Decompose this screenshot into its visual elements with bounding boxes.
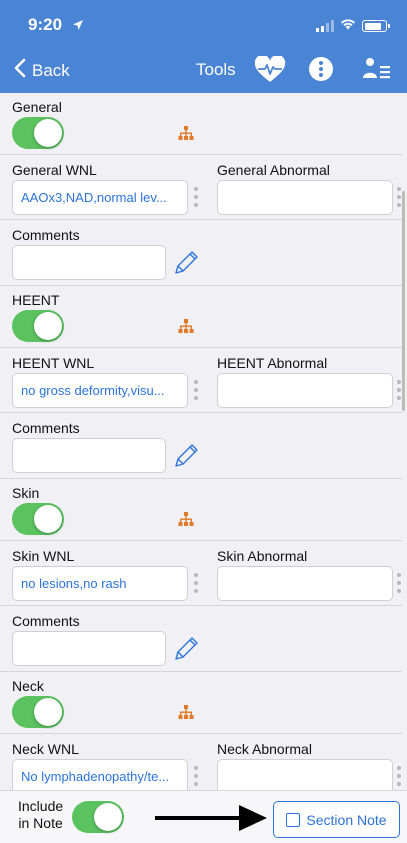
- nav-bar: Back Tools: [0, 48, 407, 93]
- neck-abnormal-field[interactable]: [217, 759, 393, 790]
- skin-wnl-row: Skin WNL Skin Abnormal no lesions,no ras…: [0, 541, 402, 606]
- general-label: General: [12, 99, 62, 115]
- more-options-icon[interactable]: [396, 573, 402, 593]
- include-line1: Include: [18, 798, 64, 814]
- exam-form[interactable]: General General WNL General Abnormal AAO…: [0, 93, 407, 790]
- skin-abnormal-label: Skin Abnormal: [217, 548, 308, 564]
- battery-icon: [362, 20, 390, 32]
- general-wnl-field[interactable]: AAOx3,NAD,normal lev...: [12, 180, 188, 215]
- pencil-icon[interactable]: [172, 247, 202, 282]
- heent-comments-row: Comments: [0, 413, 402, 479]
- heent-abnormal-label: HEENT Abnormal: [217, 355, 328, 371]
- heent-toggle[interactable]: [12, 310, 64, 342]
- signal-icon: [316, 20, 334, 32]
- general-wnl-label: General WNL: [12, 162, 97, 178]
- include-in-note-toggle[interactable]: [72, 801, 124, 833]
- neck-label: Neck: [12, 678, 44, 694]
- general-abnormal-field[interactable]: [217, 180, 393, 215]
- general-abnormal-label: General Abnormal: [217, 162, 330, 178]
- wifi-icon: [340, 17, 356, 35]
- comments-label: Comments: [12, 613, 80, 629]
- heart-monitor-icon[interactable]: [254, 54, 286, 89]
- footer-bar: Include in Note Section Note: [0, 790, 407, 843]
- include-line2: in Note: [18, 815, 63, 831]
- more-options-icon[interactable]: [193, 766, 199, 786]
- neck-toggle-row: Neck: [0, 672, 402, 734]
- app-header: 9:20 Back Tools: [0, 0, 407, 93]
- heent-label: HEENT: [12, 292, 60, 308]
- info-icon[interactable]: [308, 56, 334, 87]
- user-list-icon[interactable]: [362, 56, 392, 87]
- heent-abnormal-field[interactable]: [217, 373, 393, 408]
- skin-comments-row: Comments: [0, 606, 402, 672]
- location-arrow-icon: [72, 18, 84, 36]
- skin-toggle[interactable]: [12, 503, 64, 535]
- more-options-icon[interactable]: [193, 380, 199, 400]
- general-wnl-row: General WNL General Abnormal AAOx3,NAD,n…: [0, 155, 402, 220]
- pencil-icon[interactable]: [172, 440, 202, 475]
- hierarchy-icon[interactable]: [178, 705, 194, 724]
- checkbox-icon[interactable]: [286, 812, 301, 827]
- neck-wnl-label: Neck WNL: [12, 741, 79, 757]
- neck-wnl-field[interactable]: No lymphadenopathy/te...: [12, 759, 188, 790]
- general-comments-field[interactable]: [12, 245, 166, 280]
- status-time: 9:20: [28, 15, 63, 34]
- more-options-icon[interactable]: [193, 573, 199, 593]
- comments-label: Comments: [12, 420, 80, 436]
- heent-toggle-row: HEENT: [0, 286, 402, 348]
- back-label: Back: [32, 60, 70, 80]
- include-in-note-label: Include in Note: [18, 798, 63, 832]
- scrollbar[interactable]: [402, 191, 405, 411]
- skin-comments-field[interactable]: [12, 631, 166, 666]
- tools-button[interactable]: Tools: [196, 60, 236, 80]
- heent-comments-field[interactable]: [12, 438, 166, 473]
- chevron-left-icon: [14, 58, 26, 83]
- skin-label: Skin: [12, 485, 40, 501]
- pencil-icon[interactable]: [172, 633, 202, 668]
- neck-wnl-row: Neck WNL Neck Abnormal No lymphadenopath…: [0, 734, 402, 790]
- general-comments-row: Comments: [0, 220, 402, 286]
- hierarchy-icon[interactable]: [178, 126, 194, 145]
- heent-wnl-row: HEENT WNL HEENT Abnormal no gross deform…: [0, 348, 402, 413]
- neck-toggle[interactable]: [12, 696, 64, 728]
- skin-abnormal-field[interactable]: [217, 566, 393, 601]
- section-note-button[interactable]: Section Note: [273, 801, 400, 838]
- general-toggle[interactable]: [12, 117, 64, 149]
- general-toggle-row: General: [0, 93, 402, 155]
- status-bar: 9:20: [0, 0, 407, 48]
- arrow-right-icon: [155, 803, 267, 838]
- section-note-label: Section Note: [306, 811, 387, 828]
- skin-toggle-row: Skin: [0, 479, 402, 541]
- heent-wnl-field[interactable]: no gross deformity,visu...: [12, 373, 188, 408]
- comments-label: Comments: [12, 227, 80, 243]
- back-button[interactable]: Back: [14, 58, 70, 83]
- skin-wnl-field[interactable]: no lesions,no rash: [12, 566, 188, 601]
- skin-wnl-label: Skin WNL: [12, 548, 75, 564]
- more-options-icon[interactable]: [193, 187, 199, 207]
- hierarchy-icon[interactable]: [178, 512, 194, 531]
- neck-abnormal-label: Neck Abnormal: [217, 741, 312, 757]
- hierarchy-icon[interactable]: [178, 319, 194, 338]
- status-icons: [316, 17, 390, 35]
- heent-wnl-label: HEENT WNL: [12, 355, 95, 371]
- more-options-icon[interactable]: [396, 766, 402, 786]
